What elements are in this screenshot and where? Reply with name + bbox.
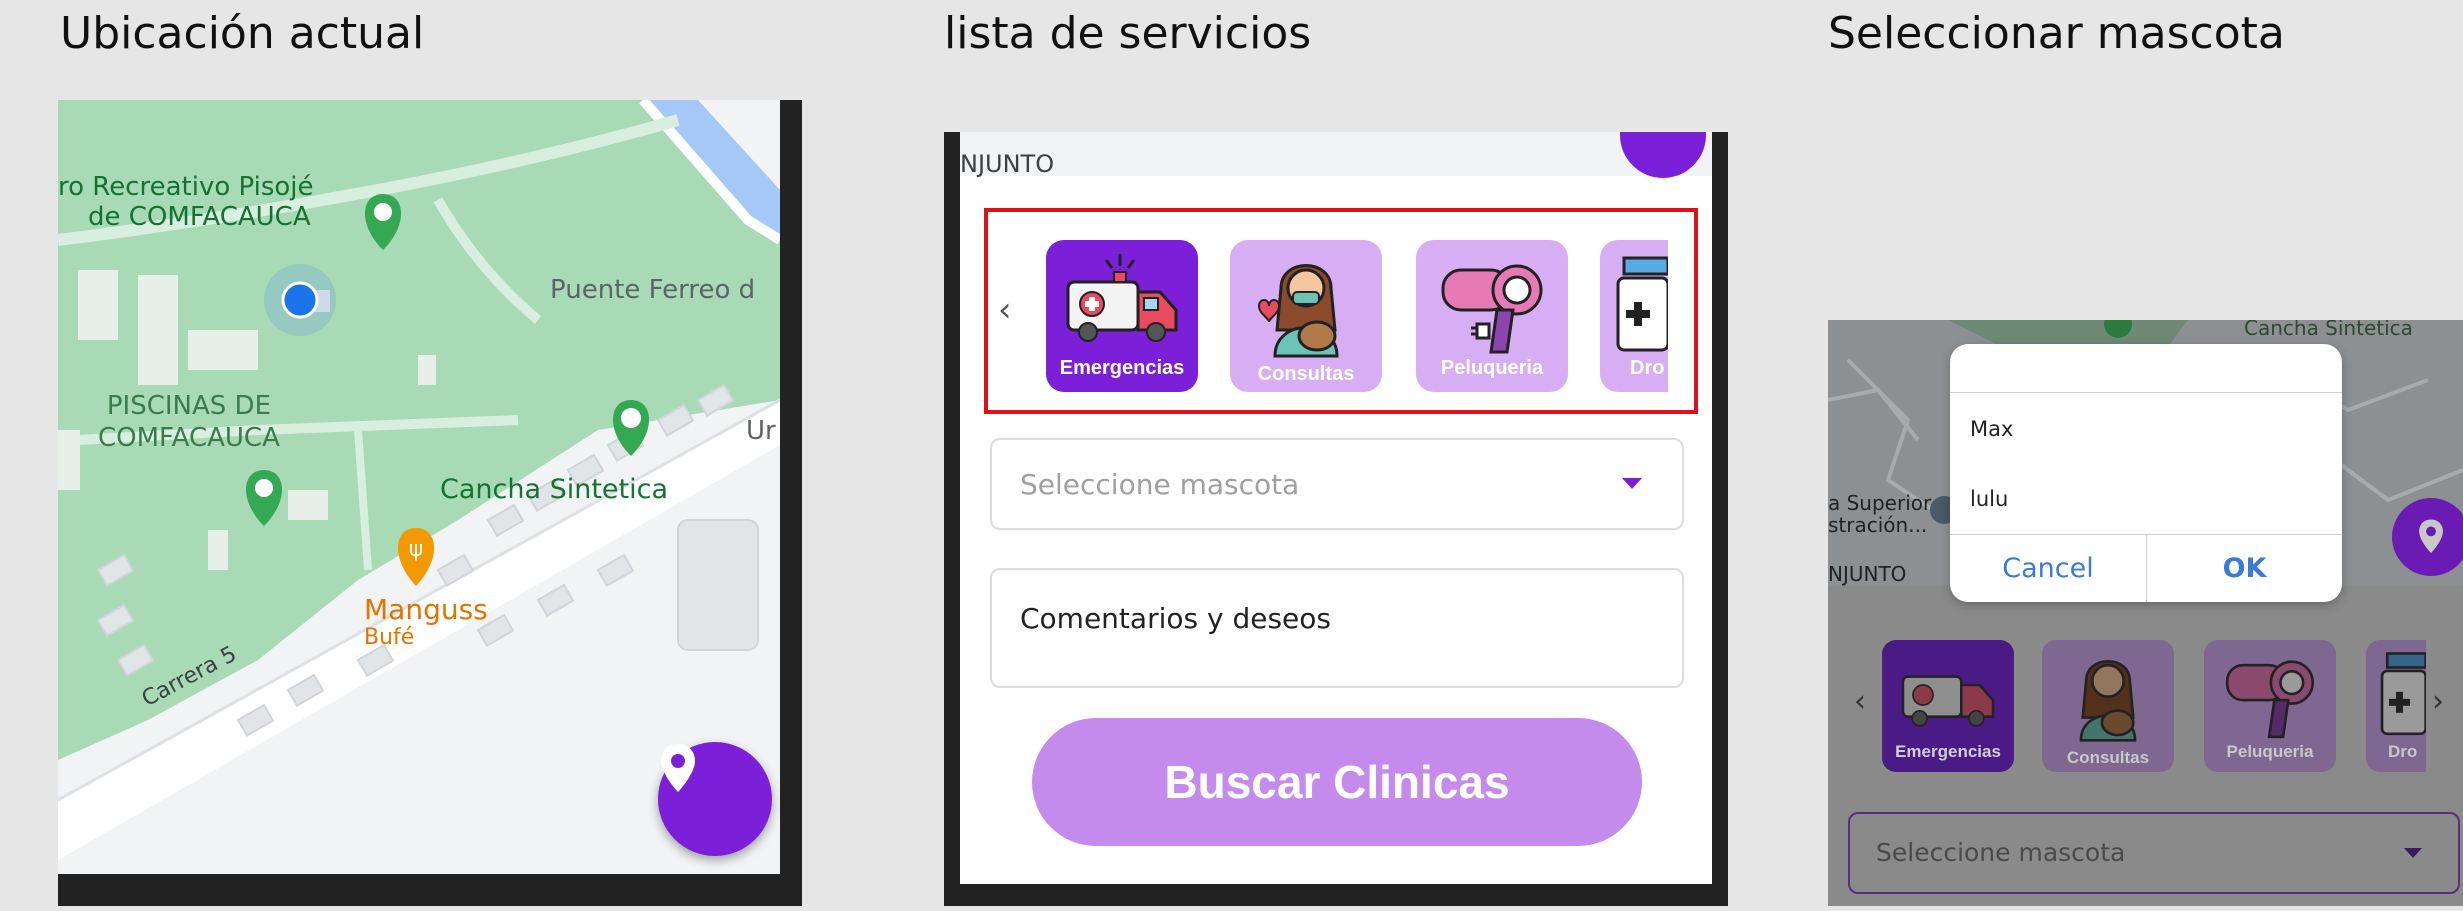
medicine-bottle-icon bbox=[1616, 256, 1668, 352]
ok-label: OK bbox=[2222, 552, 2267, 584]
pet-select-placeholder: Seleccione mascota bbox=[1020, 468, 1300, 501]
map-strip: NJUNTO bbox=[960, 132, 1712, 178]
map-label-piscinas: PISCINAS DE COMFACAUCA bbox=[98, 391, 280, 453]
dropdown-arrow-icon bbox=[2404, 848, 2422, 858]
pet-select[interactable]: Seleccione mascota bbox=[990, 438, 1684, 530]
service-label: Dro bbox=[1630, 357, 1665, 379]
service-card-consultas[interactable]: Consultas bbox=[2042, 640, 2174, 772]
caption-current-location: Ubicación actual bbox=[60, 8, 425, 59]
location-pin-icon bbox=[661, 744, 695, 792]
service-label: Consultas bbox=[1257, 363, 1355, 385]
location-pin-icon bbox=[2419, 519, 2443, 554]
service-card-drogueria[interactable]: Dro bbox=[2366, 640, 2426, 772]
vet-doctor-icon bbox=[2079, 659, 2137, 742]
map-label-recreativo: ro Recreativo Pisojé de COMFACAUCA bbox=[58, 172, 314, 232]
service-label: Emergencias bbox=[1895, 742, 2001, 761]
pet-option-lulu[interactable]: lulu bbox=[1970, 487, 2008, 511]
current-location-screen: ψ ro Recreativo Pisojé de COMFACAUCA Pue… bbox=[58, 100, 802, 906]
medicine-bottle-icon bbox=[2380, 652, 2426, 736]
hair-dryer-icon bbox=[1441, 264, 1543, 354]
cancel-button[interactable]: Cancel bbox=[1950, 534, 2146, 602]
chevron-right-icon[interactable]: › bbox=[2432, 684, 2444, 719]
dropdown-arrow-icon bbox=[1622, 478, 1642, 489]
chevron-left-icon[interactable]: ‹ bbox=[998, 290, 1012, 330]
service-card-emergencias[interactable]: Emergencias bbox=[1046, 240, 1198, 392]
service-card-consultas[interactable]: Consultas bbox=[1230, 240, 1382, 392]
service-card-peluqueria[interactable]: Peluqueria bbox=[1416, 240, 1568, 392]
dialog-divider bbox=[1950, 392, 2342, 393]
comments-field[interactable]: Comentarios y deseos bbox=[990, 568, 1684, 688]
location-fab-button[interactable] bbox=[658, 742, 772, 856]
caption-select-pet: Seleccionar mascota bbox=[1828, 8, 2285, 59]
cancel-label: Cancel bbox=[2002, 552, 2094, 584]
pet-select[interactable]: Seleccione mascota bbox=[1848, 812, 2460, 894]
ambulance-icon bbox=[1901, 675, 1995, 727]
map-label-manguss: Manguss Bufé bbox=[364, 593, 488, 651]
map-label-cancha: Cancha Sintetica bbox=[440, 474, 669, 505]
map-label-cancha: Cancha Sintetica bbox=[2244, 320, 2413, 340]
ambulance-icon bbox=[1066, 254, 1178, 342]
pet-option-max[interactable]: Max bbox=[1970, 417, 2013, 441]
map-label-njunto: NJUNTO bbox=[960, 150, 1055, 178]
svg-text:ψ: ψ bbox=[409, 537, 424, 562]
service-label: Emergencias bbox=[1059, 357, 1185, 379]
chevron-left-icon[interactable]: ‹ bbox=[1854, 684, 1866, 719]
map-view[interactable]: ψ ro Recreativo Pisojé de COMFACAUCA Pue… bbox=[58, 100, 780, 874]
vet-doctor-icon bbox=[1257, 264, 1339, 358]
map-label-ur: Ur bbox=[746, 416, 776, 446]
service-list-screen: NJUNTO ‹ › Emergencias bbox=[944, 132, 1728, 906]
hair-dryer-icon bbox=[2225, 660, 2315, 739]
service-card-peluqueria[interactable]: Peluqueria bbox=[2204, 640, 2336, 772]
map-label-superior: a Superior stración... bbox=[1828, 491, 1932, 537]
map-label-njunto: NJUNTO bbox=[1828, 562, 1907, 586]
service-card-emergencias[interactable]: Emergencias bbox=[1882, 640, 2014, 772]
pet-picker-dialog: Max lulu Cancel OK bbox=[1950, 344, 2342, 602]
service-label: Consultas bbox=[2066, 748, 2150, 767]
select-pet-screen: Cancha Sintetica a Superior stración... … bbox=[1828, 320, 2463, 906]
search-clinics-button[interactable]: Buscar Clinicas bbox=[1032, 718, 1642, 846]
location-fab-button[interactable] bbox=[2392, 498, 2463, 576]
location-fab-button[interactable] bbox=[1620, 132, 1706, 178]
search-clinics-label: Buscar Clinicas bbox=[1164, 756, 1510, 808]
comments-placeholder: Comentarios y deseos bbox=[1020, 602, 1331, 635]
pet-select-placeholder: Seleccione mascota bbox=[1876, 838, 2126, 867]
service-card-drogueria[interactable]: Dro bbox=[1600, 240, 1668, 392]
service-label: Dro bbox=[2388, 742, 2418, 761]
map-label-puente: Puente Ferreo d bbox=[550, 275, 756, 305]
service-label: Peluqueria bbox=[2226, 742, 2314, 761]
caption-service-list: lista de servicios bbox=[944, 8, 1312, 59]
service-label: Peluqueria bbox=[1440, 357, 1544, 379]
ok-button[interactable]: OK bbox=[2147, 534, 2342, 602]
